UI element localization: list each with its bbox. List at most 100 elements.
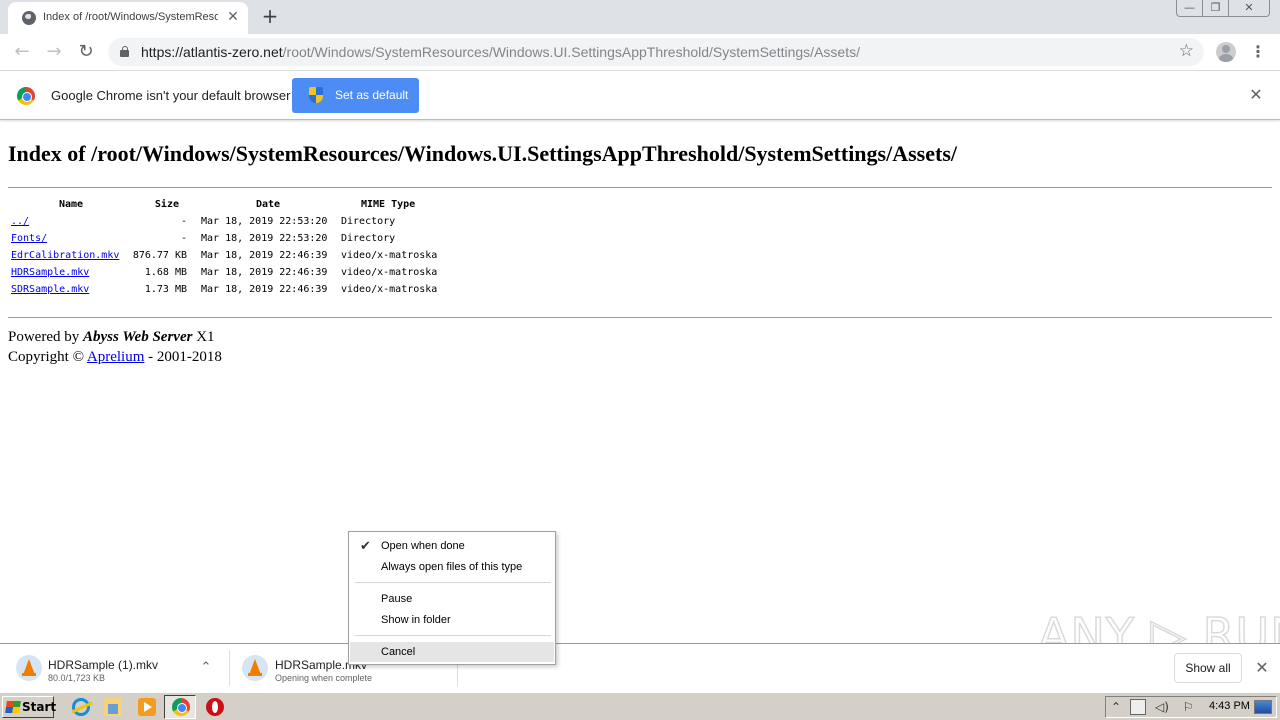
infobar-close-button[interactable]: ✕ xyxy=(1248,86,1264,104)
lock-icon[interactable] xyxy=(120,46,130,57)
copyright-line: Copyright © Aprelium - 2001-2018 xyxy=(8,347,222,367)
menu-item-label: Always open files of this type xyxy=(381,561,523,573)
checkmark-icon: ✔ xyxy=(360,538,371,553)
powered-by-text: Powered by xyxy=(8,329,83,345)
tray-clock[interactable]: 4:43 PM xyxy=(1209,700,1250,712)
file-mime: video/x-matroska xyxy=(341,250,438,261)
taskbar-chrome-button[interactable] xyxy=(164,695,196,719)
forward-button[interactable]: → xyxy=(42,40,66,64)
tab-strip: Index of /root/Windows/SystemResources/W… xyxy=(0,0,1280,34)
download-context-menu: ✔ Open when done Always open files of th… xyxy=(348,531,556,665)
file-mime: Directory xyxy=(341,216,396,227)
server-footer: Powered by Abyss Web Server X1 Copyright… xyxy=(8,327,222,367)
powered-by-line: Powered by Abyss Web Server X1 xyxy=(8,327,222,347)
profile-avatar[interactable] xyxy=(1216,42,1236,62)
infobar-message: Google Chrome isn't your default browser xyxy=(51,88,291,103)
new-tab-button[interactable]: + xyxy=(258,4,282,28)
col-header-size: Size xyxy=(154,199,179,210)
set-as-default-button[interactable]: Set as default xyxy=(292,78,419,113)
opera-icon[interactable] xyxy=(206,698,224,716)
menu-item-label: Open when done xyxy=(381,540,465,552)
file-size: 876.77 KB xyxy=(132,250,187,261)
menu-item-show-in-folder[interactable]: Show in folder xyxy=(350,610,554,630)
file-link[interactable]: HDRSample.mkv xyxy=(11,267,89,278)
start-label: Start xyxy=(22,700,57,714)
download-filename: HDRSample (1).mkv xyxy=(48,658,159,672)
media-player-icon[interactable] xyxy=(138,698,156,716)
restore-button[interactable]: ❐ xyxy=(1203,0,1229,16)
vlc-file-icon xyxy=(16,655,42,681)
network-warning-icon[interactable] xyxy=(1130,699,1146,715)
page-title: Index of /root/Windows/SystemResources/W… xyxy=(8,141,957,166)
server-name: Abyss Web Server xyxy=(83,329,193,345)
action-center-flag-icon[interactable]: ⚐ xyxy=(1180,699,1196,715)
url-text[interactable]: https://atlantis-zero.net/root/Windows/S… xyxy=(141,44,860,60)
tab-title: Index of /root/Windows/SystemResources/W… xyxy=(43,11,218,23)
tab-active[interactable]: Index of /root/Windows/SystemResources/W… xyxy=(8,2,248,34)
file-mime: video/x-matroska xyxy=(341,267,438,278)
screen: Index of /root/Windows/SystemResources/W… xyxy=(0,0,1280,720)
globe-icon xyxy=(22,11,36,25)
aprelium-link[interactable]: Aprelium xyxy=(87,349,145,365)
file-date: Mar 18, 2019 22:46:39 xyxy=(201,267,328,278)
file-size: - xyxy=(180,233,187,244)
address-bar[interactable]: https://atlantis-zero.net/root/Windows/S… xyxy=(108,38,1204,66)
close-download-shelf-button[interactable]: ✕ xyxy=(1252,658,1272,678)
file-mime: video/x-matroska xyxy=(341,284,438,295)
file-date: Mar 18, 2019 22:46:39 xyxy=(201,250,328,261)
col-header-name: Name xyxy=(59,199,84,210)
internet-explorer-icon[interactable] xyxy=(72,698,90,716)
file-size: - xyxy=(180,216,187,227)
col-header-mime: MIME Type xyxy=(361,199,416,210)
url-host: https://atlantis-zero.net xyxy=(141,44,283,60)
menu-separator xyxy=(355,635,551,636)
copyright-text: Copyright © xyxy=(8,349,87,365)
copyright-years: - 2001-2018 xyxy=(144,349,222,365)
menu-item-label: Show in folder xyxy=(381,614,451,626)
file-link[interactable]: ../ xyxy=(11,216,29,227)
chrome-logo-icon xyxy=(17,87,35,105)
menu-item-always-open[interactable]: Always open files of this type xyxy=(350,557,554,577)
windows-taskbar: Start ⌃ ◁) ⚐ 4:43 PM xyxy=(0,692,1280,720)
file-link[interactable]: SDRSample.mkv xyxy=(11,284,89,295)
file-date: Mar 18, 2019 22:53:20 xyxy=(201,216,328,227)
file-link[interactable]: Fonts/ xyxy=(11,233,47,244)
reload-button[interactable]: ↻ xyxy=(74,40,98,64)
menu-item-pause[interactable]: Pause xyxy=(350,589,554,609)
file-size: 1.68 MB xyxy=(144,267,187,278)
menu-item-label: Cancel xyxy=(381,646,416,658)
show-all-downloads-button[interactable]: Show all xyxy=(1174,653,1242,683)
menu-item-label: Pause xyxy=(381,593,413,605)
start-button[interactable]: Start xyxy=(2,696,57,718)
bookmark-star-icon[interactable]: ☆ xyxy=(1179,41,1194,61)
file-date: Mar 18, 2019 22:53:20 xyxy=(201,233,328,244)
download-item[interactable]: HDRSample (1).mkv 80.0/1,723 KB ⌃ xyxy=(0,650,230,686)
volume-icon[interactable]: ◁) xyxy=(1154,699,1170,715)
window-controls: — ❐ ✕ xyxy=(1176,0,1270,17)
tab-close-button[interactable]: ✕ xyxy=(224,8,242,26)
show-hidden-icons-button[interactable]: ⌃ xyxy=(1110,699,1122,715)
download-options-chevron[interactable]: ⌃ xyxy=(196,658,216,678)
file-link[interactable]: EdrCalibration.mkv xyxy=(11,250,119,261)
server-version: X1 xyxy=(192,329,215,345)
menu-separator xyxy=(355,582,551,583)
back-button[interactable]: ← xyxy=(10,40,34,64)
file-size: 1.73 MB xyxy=(144,284,187,295)
menu-item-open-when-done[interactable]: ✔ Open when done xyxy=(350,536,554,556)
menu-item-cancel[interactable]: Cancel xyxy=(350,642,554,662)
set-as-default-label: Set as default xyxy=(335,88,409,102)
minimize-button[interactable]: — xyxy=(1177,0,1203,16)
download-shelf: HDRSample (1).mkv 80.0/1,723 KB ⌃ HDRSam… xyxy=(0,643,1280,691)
page-content: Index of /root/Windows/SystemResources/W… xyxy=(0,121,1280,643)
file-explorer-icon[interactable] xyxy=(104,698,122,716)
divider-top xyxy=(8,187,1272,188)
download-status: Opening when complete xyxy=(275,673,373,683)
show-desktop-button[interactable] xyxy=(1254,700,1272,714)
window-close-button[interactable]: ✕ xyxy=(1229,0,1269,16)
chrome-menu-button[interactable]: ⋮ xyxy=(1250,40,1266,64)
system-tray: ⌃ ◁) ⚐ 4:43 PM xyxy=(1105,696,1277,718)
uac-shield-icon xyxy=(309,87,323,103)
file-mime: Directory xyxy=(341,233,396,244)
windows-logo-icon xyxy=(5,701,21,713)
browser-toolbar: ← → ↻ https://atlantis-zero.net/root/Win… xyxy=(0,34,1280,71)
